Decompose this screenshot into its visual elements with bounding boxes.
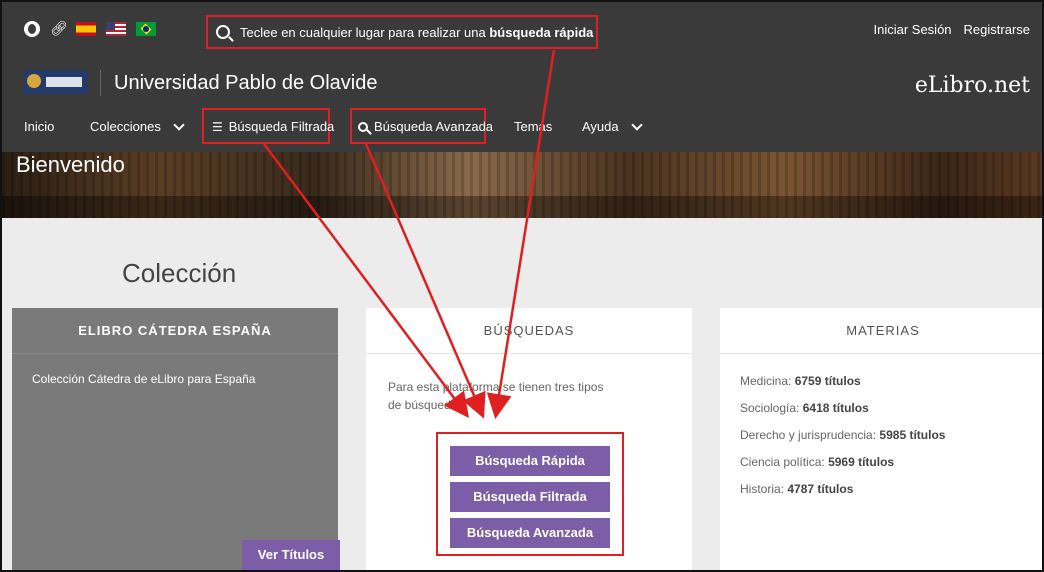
auth-links: Iniciar Sesión Registrarse bbox=[873, 22, 1030, 37]
nav-busqueda-filtrada[interactable]: ☰ Búsqueda Filtrada bbox=[212, 119, 334, 134]
quick-search-bar[interactable]: Teclee en cualquier lugar para realizar … bbox=[206, 15, 598, 49]
quick-search-prefix: Teclee en cualquier lugar para realizar … bbox=[240, 24, 486, 40]
catedra-title: ELIBRO CÁTEDRA ESPAÑA bbox=[12, 308, 338, 354]
university-logo[interactable] bbox=[24, 70, 88, 94]
catedra-card: ELIBRO CÁTEDRA ESPAÑA Colección Cátedra … bbox=[12, 308, 340, 570]
materia-label: Medicina: bbox=[740, 374, 792, 388]
quick-search-hint: Teclee en cualquier lugar para realizar … bbox=[240, 25, 593, 40]
materias-title: MATERIAS bbox=[720, 308, 1042, 354]
materia-count: 5969 títulos bbox=[828, 455, 895, 469]
globe-icon[interactable] bbox=[24, 20, 40, 37]
materia-count: 6759 títulos bbox=[794, 374, 861, 388]
materia-item[interactable]: Medicina: 6759 títulos bbox=[740, 372, 1026, 390]
busquedas-text: Para esta plataforma se tienen tres tipo… bbox=[388, 380, 604, 412]
search-icon bbox=[216, 25, 230, 39]
filter-icon: ☰ bbox=[212, 119, 223, 134]
nav-avanzada-label: Búsqueda Avanzada bbox=[374, 119, 494, 134]
header: Universidad Pablo de Olavide eLibro.net bbox=[2, 62, 1042, 102]
top-icons: 🔗︎ bbox=[24, 20, 156, 37]
ver-titulos-button[interactable]: Ver Títulos bbox=[242, 540, 340, 570]
materia-item[interactable]: Derecho y jurisprudencia: 5985 títulos bbox=[740, 426, 1026, 444]
nav-temas[interactable]: Temas bbox=[514, 119, 552, 134]
busqueda-rapida-button[interactable]: Búsqueda Rápida bbox=[450, 446, 610, 476]
chevron-down-icon bbox=[630, 118, 643, 131]
header-divider bbox=[100, 70, 101, 96]
materia-label: Historia: bbox=[740, 482, 785, 496]
link-icon[interactable]: 🔗︎ bbox=[50, 20, 68, 37]
flag-br-icon[interactable] bbox=[136, 21, 156, 36]
quick-search-bold: búsqueda rápida bbox=[489, 24, 594, 40]
materias-list: Medicina: 6759 títulos Sociología: 6418 … bbox=[720, 354, 1042, 525]
busqueda-filtrada-button[interactable]: Búsqueda Filtrada bbox=[450, 482, 610, 512]
search-icon bbox=[358, 121, 368, 132]
flag-us-icon[interactable] bbox=[106, 21, 126, 36]
top-bar: 🔗︎ Teclee en cualquier lugar para realiz… bbox=[2, 2, 1042, 62]
materia-count: 4787 títulos bbox=[787, 482, 854, 496]
busqueda-avanzada-button[interactable]: Búsqueda Avanzada bbox=[450, 518, 610, 548]
materia-item[interactable]: Ciencia política: 5969 títulos bbox=[740, 453, 1026, 471]
materia-count: 5985 títulos bbox=[879, 428, 946, 442]
nav-ayuda[interactable]: Ayuda bbox=[582, 118, 643, 134]
login-link[interactable]: Iniciar Sesión bbox=[873, 22, 951, 37]
materia-label: Sociología: bbox=[740, 401, 800, 415]
materia-label: Derecho y jurisprudencia: bbox=[740, 428, 877, 442]
nav-busqueda-avanzada[interactable]: Búsqueda Avanzada bbox=[358, 119, 493, 134]
nav-temas-label: Temas bbox=[514, 119, 553, 134]
flag-es-icon[interactable] bbox=[76, 21, 96, 36]
materia-item[interactable]: Historia: 4787 títulos bbox=[740, 480, 1026, 498]
busquedas-title: BÚSQUEDAS bbox=[366, 308, 692, 354]
chevron-down-icon bbox=[173, 118, 185, 131]
catedra-text: Colección Cátedra de eLibro para España bbox=[32, 372, 256, 386]
nav-colecciones[interactable]: Colecciones bbox=[90, 118, 185, 134]
register-link[interactable]: Registrarse bbox=[964, 22, 1030, 37]
nav-inicio-label: Inicio bbox=[24, 119, 55, 134]
nav-colecciones-label: Colecciones bbox=[90, 119, 161, 134]
section-title: Colección bbox=[122, 258, 237, 288]
materias-card: MATERIAS Medicina: 6759 títulos Sociolog… bbox=[720, 308, 1042, 570]
nav-ayuda-label: Ayuda bbox=[582, 119, 619, 134]
main-nav: Inicio Colecciones ☰ Búsqueda Filtrada B… bbox=[2, 102, 1042, 152]
materia-label: Ciencia política: bbox=[740, 455, 825, 469]
page-frame: 🔗︎ Teclee en cualquier lugar para realiz… bbox=[0, 0, 1044, 572]
nav-inicio[interactable]: Inicio bbox=[24, 119, 54, 134]
materia-item[interactable]: Sociología: 6418 títulos bbox=[740, 399, 1026, 417]
hero-title: Bienvenido bbox=[16, 152, 125, 177]
hero-banner: Bienvenido bbox=[2, 152, 1042, 218]
nav-filtrada-label: Búsqueda Filtrada bbox=[228, 119, 335, 134]
materia-count: 6418 títulos bbox=[802, 401, 869, 415]
brand-logo[interactable]: eLibro.net bbox=[915, 73, 1030, 98]
university-name: Universidad Pablo de Olavide bbox=[114, 72, 378, 94]
